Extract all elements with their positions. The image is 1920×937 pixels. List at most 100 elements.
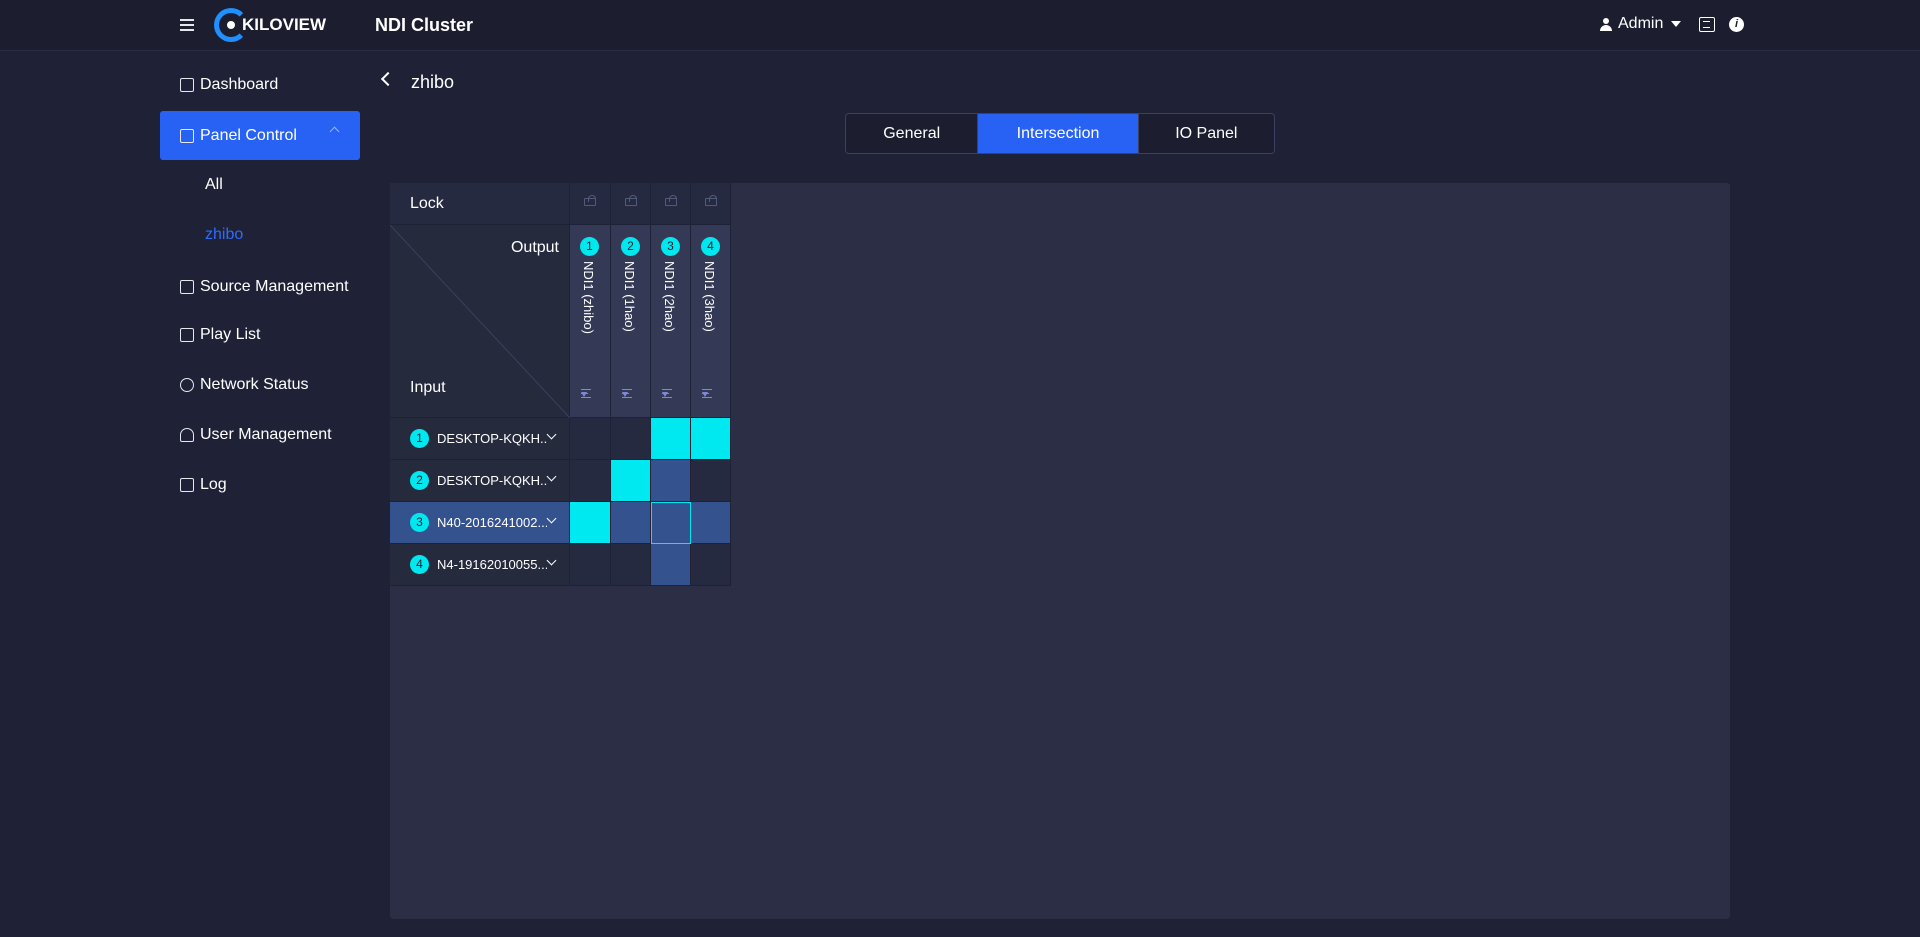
input-name: DESKTOP-KQKH... bbox=[437, 431, 547, 446]
input-name: N4-19162010055... bbox=[437, 557, 547, 572]
crosspoint-cell[interactable] bbox=[651, 418, 691, 460]
crosspoint-cell[interactable] bbox=[691, 418, 731, 460]
sidebar-item-user-management[interactable]: User Management bbox=[160, 415, 360, 455]
sidebar-item-network-status[interactable]: Network Status bbox=[160, 365, 360, 405]
filter-icon[interactable] bbox=[622, 389, 640, 399]
sidebar-item-play-list[interactable]: Play List bbox=[160, 315, 360, 355]
filter-icon[interactable] bbox=[581, 389, 599, 399]
input-row[interactable]: 1 DESKTOP-KQKH... bbox=[390, 418, 570, 460]
tab-intersection[interactable]: Intersection bbox=[977, 114, 1138, 153]
globe-icon bbox=[180, 378, 194, 392]
sidebar-item-label: Log bbox=[200, 476, 227, 493]
page-title: zhibo bbox=[411, 72, 455, 92]
output-label: Output bbox=[510, 239, 559, 256]
lock-header: Lock bbox=[390, 183, 570, 225]
user-icon bbox=[180, 428, 194, 442]
unlock-icon bbox=[665, 195, 677, 206]
sidebar-item-label: Panel Control bbox=[200, 126, 297, 144]
sidebar-item-label: Network Status bbox=[200, 376, 309, 393]
chevron-up-icon bbox=[329, 126, 340, 137]
crosspoint-cell[interactable] bbox=[691, 460, 731, 502]
crosspoint-cell[interactable] bbox=[611, 460, 651, 502]
output-name: NDI1 (zhibo) bbox=[581, 261, 596, 334]
output-header[interactable]: 1 NDI1 (zhibo) bbox=[570, 225, 611, 418]
crosspoint-cell[interactable] bbox=[691, 502, 731, 544]
sidebar-item-label: User Management bbox=[200, 426, 332, 443]
crosspoint-cell[interactable] bbox=[570, 502, 611, 544]
panel-icon bbox=[180, 128, 194, 143]
tab-io-panel[interactable]: IO Panel bbox=[1137, 114, 1274, 153]
output-number-badge: 2 bbox=[621, 237, 640, 256]
input-name: N40-2016241002... bbox=[437, 515, 547, 530]
user-menu[interactable]: Admin bbox=[1600, 15, 1682, 33]
crosspoint-cell[interactable] bbox=[570, 460, 611, 502]
output-header[interactable]: 2 NDI1 (1hao) bbox=[611, 225, 651, 418]
logo: KILOVIEW bbox=[214, 7, 326, 43]
sidebar-item-label: Play List bbox=[200, 326, 261, 343]
chevron-down-icon[interactable] bbox=[546, 555, 557, 566]
chevron-down-icon[interactable] bbox=[546, 471, 557, 482]
logo-mark-icon bbox=[214, 8, 248, 42]
ndi-icon bbox=[180, 280, 194, 294]
input-row[interactable]: 2 DESKTOP-KQKH... bbox=[390, 460, 570, 502]
input-number-badge: 2 bbox=[410, 471, 429, 490]
output-number-badge: 4 bbox=[701, 237, 720, 256]
input-row[interactable]: 3 N40-2016241002... bbox=[390, 502, 570, 544]
user-name: Admin bbox=[1618, 15, 1664, 32]
unlock-icon bbox=[705, 195, 717, 206]
app-title: NDI Cluster bbox=[375, 15, 474, 35]
screen-icon[interactable] bbox=[1699, 17, 1715, 32]
crosspoint-cell[interactable] bbox=[691, 544, 731, 586]
crosspoint-cell[interactable] bbox=[651, 460, 691, 502]
tab-general[interactable]: General bbox=[846, 114, 978, 153]
tab-bar: General Intersection IO Panel bbox=[845, 113, 1275, 154]
input-row[interactable]: 4 N4-19162010055... bbox=[390, 544, 570, 586]
sidebar-item-source-management[interactable]: Source Management bbox=[160, 267, 360, 307]
logo-text: KILOVIEW bbox=[242, 15, 327, 34]
sidebar-subitem-all[interactable]: All bbox=[205, 176, 223, 194]
input-number-badge: 3 bbox=[410, 513, 429, 532]
chevron-down-icon[interactable] bbox=[546, 429, 557, 440]
output-name: NDI1 (2hao) bbox=[662, 261, 677, 332]
crosspoint-cell[interactable] bbox=[611, 418, 651, 460]
output-header[interactable]: 4 NDI1 (3hao) bbox=[691, 225, 731, 418]
sidebar-subitem-zhibo[interactable]: zhibo bbox=[205, 226, 243, 244]
lock-cell[interactable] bbox=[691, 183, 731, 225]
chevron-down-icon[interactable] bbox=[546, 513, 557, 524]
input-number-badge: 1 bbox=[410, 429, 429, 448]
sidebar-item-label: Dashboard bbox=[200, 76, 279, 93]
sidebar-item-dashboard[interactable]: Dashboard bbox=[160, 65, 360, 105]
output-name: NDI1 (1hao) bbox=[622, 261, 637, 332]
sidebar-item-label: Source Management bbox=[200, 278, 349, 295]
menu-icon[interactable] bbox=[180, 16, 200, 34]
output-name: NDI1 (3hao) bbox=[702, 261, 717, 332]
crosspoint-cell[interactable] bbox=[570, 544, 611, 586]
back-icon[interactable] bbox=[380, 71, 396, 87]
info-icon[interactable]: i bbox=[1729, 17, 1744, 32]
lock-label: Lock bbox=[410, 195, 444, 212]
log-icon bbox=[180, 478, 194, 492]
unlock-icon bbox=[625, 195, 637, 206]
caret-down-icon bbox=[1671, 21, 1682, 27]
crosspoint-cell[interactable] bbox=[611, 502, 651, 544]
filter-icon[interactable] bbox=[702, 389, 720, 399]
sidebar-item-panel-control[interactable]: Panel Control bbox=[160, 111, 360, 160]
crosspoint-cell[interactable] bbox=[651, 544, 691, 586]
lock-cell[interactable] bbox=[570, 183, 611, 225]
crosspoint-cell[interactable] bbox=[570, 418, 611, 460]
top-bar: KILOVIEW NDI Cluster Admin i bbox=[0, 0, 1920, 51]
input-name: DESKTOP-KQKH... bbox=[437, 473, 547, 488]
crosspoint-cell[interactable] bbox=[651, 502, 691, 544]
matrix-corner: Output Input bbox=[390, 225, 570, 418]
user-icon bbox=[1600, 17, 1612, 31]
output-number-badge: 1 bbox=[580, 237, 599, 256]
unlock-icon bbox=[584, 195, 596, 206]
crosspoint-cell[interactable] bbox=[611, 544, 651, 586]
filter-icon[interactable] bbox=[662, 389, 680, 399]
sidebar-item-log[interactable]: Log bbox=[160, 465, 360, 505]
input-label: Input bbox=[410, 379, 446, 396]
playlist-icon bbox=[180, 328, 194, 342]
lock-cell[interactable] bbox=[611, 183, 651, 225]
output-header[interactable]: 3 NDI1 (2hao) bbox=[651, 225, 691, 418]
lock-cell[interactable] bbox=[651, 183, 691, 225]
